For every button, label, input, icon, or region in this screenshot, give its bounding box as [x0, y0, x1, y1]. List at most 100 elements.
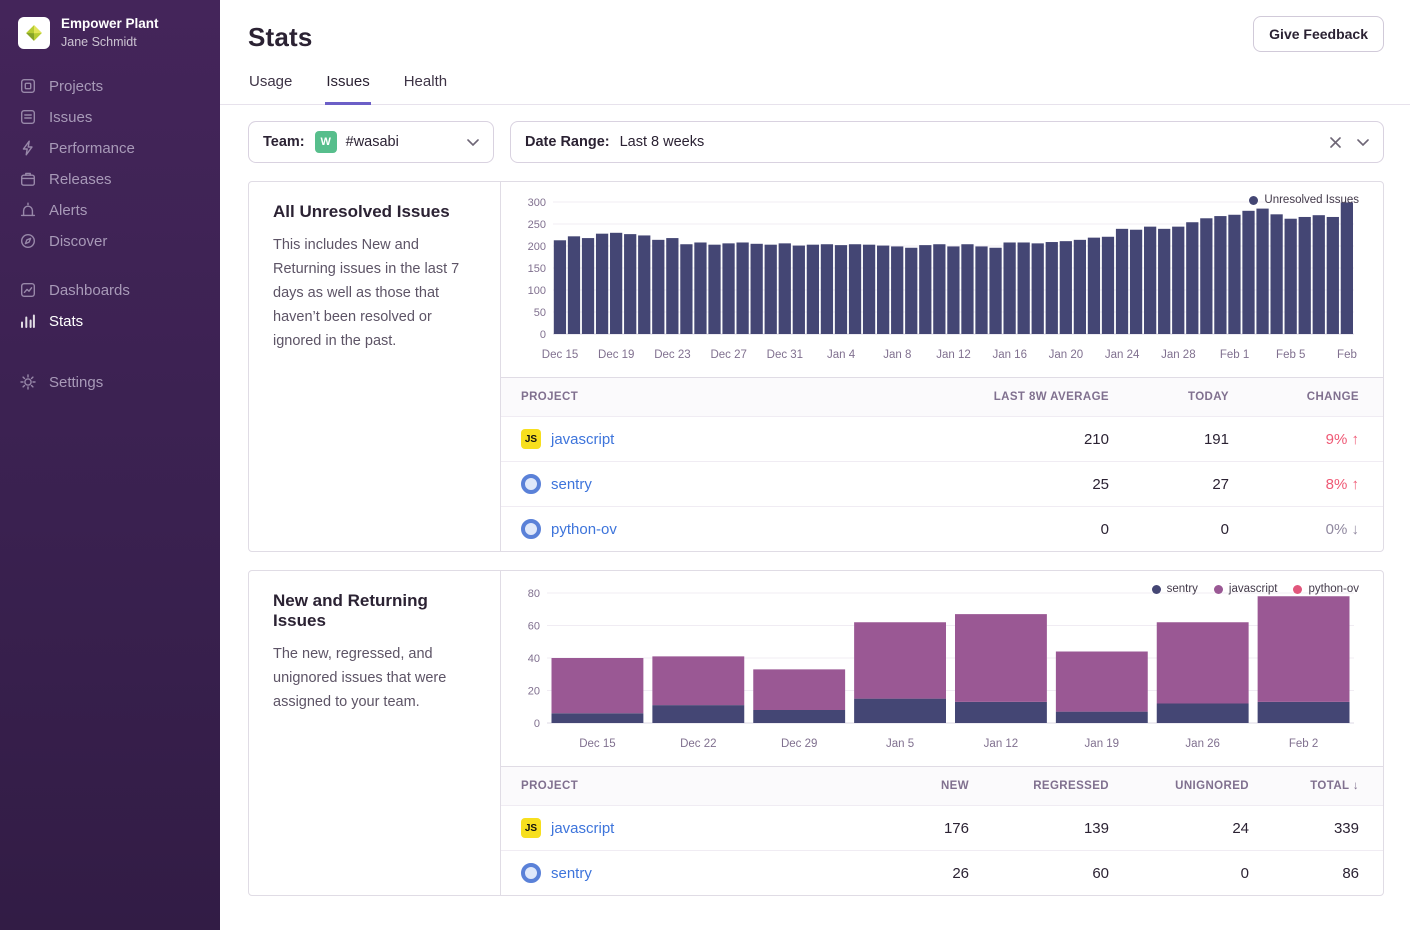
tab-bar: Usage Issues Health	[220, 73, 1410, 105]
project-link[interactable]: sentry	[551, 476, 592, 493]
svg-text:100: 100	[528, 285, 546, 297]
date-range-select[interactable]: Date Range: Last 8 weeks	[510, 121, 1384, 163]
legend-item-python-ov[interactable]: python-ov	[1293, 583, 1359, 595]
change-value: 0% ↓	[1253, 507, 1383, 552]
new-returning-issues-chart[interactable]: 020406080Dec 15Dec 22Dec 29Jan 5Jan 12Ja…	[513, 581, 1362, 757]
column-header-new[interactable]: New	[873, 767, 993, 806]
svg-text:Jan 8: Jan 8	[883, 349, 911, 361]
sidebar-item-alerts[interactable]: Alerts	[0, 195, 220, 226]
legend-dot	[1214, 585, 1223, 594]
unresolved-issues-table: Project Last 8w Average Today Change JS …	[501, 377, 1383, 551]
org-switcher[interactable]: Empower Plant Jane Schmidt	[0, 0, 220, 71]
legend-item-unresolved-issues[interactable]: Unresolved Issues	[1249, 194, 1359, 206]
org-logo-icon	[25, 24, 43, 42]
sentry-platform-icon	[521, 474, 541, 494]
column-header-unignored[interactable]: Unignored	[1133, 767, 1273, 806]
project-link[interactable]: javascript	[551, 431, 614, 448]
today-value: 27	[1133, 462, 1253, 507]
panel-unresolved-issues: All Unresolved Issues This includes New …	[248, 181, 1384, 552]
org-user: Jane Schmidt	[61, 35, 159, 51]
javascript-platform-icon: JS	[521, 818, 541, 838]
column-header-project[interactable]: Project	[501, 378, 903, 417]
legend-item-javascript[interactable]: javascript	[1214, 583, 1278, 595]
org-logo	[18, 17, 50, 49]
legend-label: Unresolved Issues	[1264, 194, 1359, 206]
sidebar-item-settings[interactable]: Settings	[0, 367, 220, 398]
column-header-change[interactable]: Change	[1253, 378, 1383, 417]
give-feedback-button[interactable]: Give Feedback	[1253, 16, 1384, 52]
table-row: python-ov 0 0 0% ↓	[501, 507, 1383, 552]
chart-legend: Unresolved Issues	[1249, 194, 1359, 206]
legend-item-sentry[interactable]: sentry	[1152, 583, 1198, 595]
table-row: sentry 25 27 8% ↑	[501, 462, 1383, 507]
chevron-down-icon[interactable]	[1357, 139, 1369, 146]
sidebar-item-releases[interactable]: Releases	[0, 164, 220, 195]
regressed-value: 139	[993, 806, 1133, 851]
svg-text:Jan 4: Jan 4	[827, 349, 856, 361]
svg-text:80: 80	[528, 588, 540, 600]
table-row: JS javascript 210 191 9% ↑	[501, 417, 1383, 462]
stats-icon	[20, 313, 36, 329]
svg-text:Jan 24: Jan 24	[1105, 349, 1140, 361]
legend-dot	[1293, 585, 1302, 594]
column-header-total[interactable]: Total ↓	[1273, 767, 1383, 806]
svg-text:Jan 28: Jan 28	[1161, 349, 1196, 361]
legend-dot	[1152, 585, 1161, 594]
svg-text:Dec 19: Dec 19	[598, 349, 634, 361]
sidebar-item-label: Settings	[49, 374, 103, 391]
team-avatar: W	[315, 131, 337, 153]
unignored-value: 24	[1133, 806, 1273, 851]
svg-text:Jan 26: Jan 26	[1185, 738, 1220, 750]
issues-icon	[20, 109, 36, 125]
javascript-platform-icon: JS	[521, 429, 541, 449]
clear-date-icon[interactable]	[1330, 137, 1341, 148]
sidebar-item-projects[interactable]: Projects	[0, 71, 220, 102]
chart-legend: sentry javascript python-ov	[1152, 583, 1359, 595]
sidebar-item-issues[interactable]: Issues	[0, 102, 220, 133]
svg-text:Jan 12: Jan 12	[984, 738, 1019, 750]
project-link[interactable]: sentry	[551, 865, 592, 882]
team-label: Team:	[263, 134, 305, 150]
sidebar-item-label: Discover	[49, 233, 107, 250]
sidebar-item-dashboards[interactable]: Dashboards	[0, 275, 220, 306]
project-link[interactable]: javascript	[551, 820, 614, 837]
svg-text:Dec 15: Dec 15	[579, 738, 615, 750]
sidebar-item-stats[interactable]: Stats	[0, 306, 220, 337]
projects-icon	[20, 78, 36, 94]
column-header-project[interactable]: Project	[501, 767, 873, 806]
alerts-icon	[20, 202, 36, 218]
svg-text:Jan 5: Jan 5	[886, 738, 914, 750]
sidebar-item-discover[interactable]: Discover	[0, 226, 220, 257]
sidebar-item-label: Projects	[49, 78, 103, 95]
tab-health[interactable]: Health	[403, 73, 448, 105]
panel-title: New and Returning Issues	[273, 591, 476, 631]
date-range-value: Last 8 weeks	[620, 134, 705, 150]
today-value: 191	[1133, 417, 1253, 462]
project-link[interactable]: python-ov	[551, 521, 617, 538]
team-value: #wasabi	[346, 134, 399, 150]
unignored-value: 0	[1133, 851, 1273, 896]
releases-icon	[20, 171, 36, 187]
tab-issues[interactable]: Issues	[325, 73, 370, 105]
svg-text:150: 150	[528, 263, 546, 275]
panel-description: The new, regressed, and unignored issues…	[273, 643, 476, 715]
tab-usage[interactable]: Usage	[248, 73, 293, 105]
svg-text:0: 0	[540, 329, 546, 341]
total-value: 86	[1273, 851, 1383, 896]
column-header-today[interactable]: Today	[1133, 378, 1253, 417]
unresolved-issues-chart[interactable]: 050100150200250300Dec 15Dec 19Dec 23Dec …	[513, 192, 1362, 368]
svg-text:Jan 19: Jan 19	[1085, 738, 1120, 750]
column-header-average[interactable]: Last 8w Average	[903, 378, 1133, 417]
svg-text:Dec 29: Dec 29	[781, 738, 817, 750]
filter-bar: Team: W #wasabi Date Range: Last 8 weeks	[248, 121, 1384, 163]
sidebar: Empower Plant Jane Schmidt Projects Issu…	[0, 0, 220, 930]
svg-text:0: 0	[534, 718, 540, 730]
svg-text:Jan 12: Jan 12	[936, 349, 971, 361]
team-select[interactable]: Team: W #wasabi	[248, 121, 494, 163]
sidebar-item-performance[interactable]: Performance	[0, 133, 220, 164]
page-title: Stats	[248, 22, 1382, 53]
column-header-regressed[interactable]: Regressed	[993, 767, 1133, 806]
regressed-value: 60	[993, 851, 1133, 896]
main-area: Stats Give Feedback Usage Issues Health …	[220, 0, 1410, 930]
performance-icon	[20, 140, 36, 156]
